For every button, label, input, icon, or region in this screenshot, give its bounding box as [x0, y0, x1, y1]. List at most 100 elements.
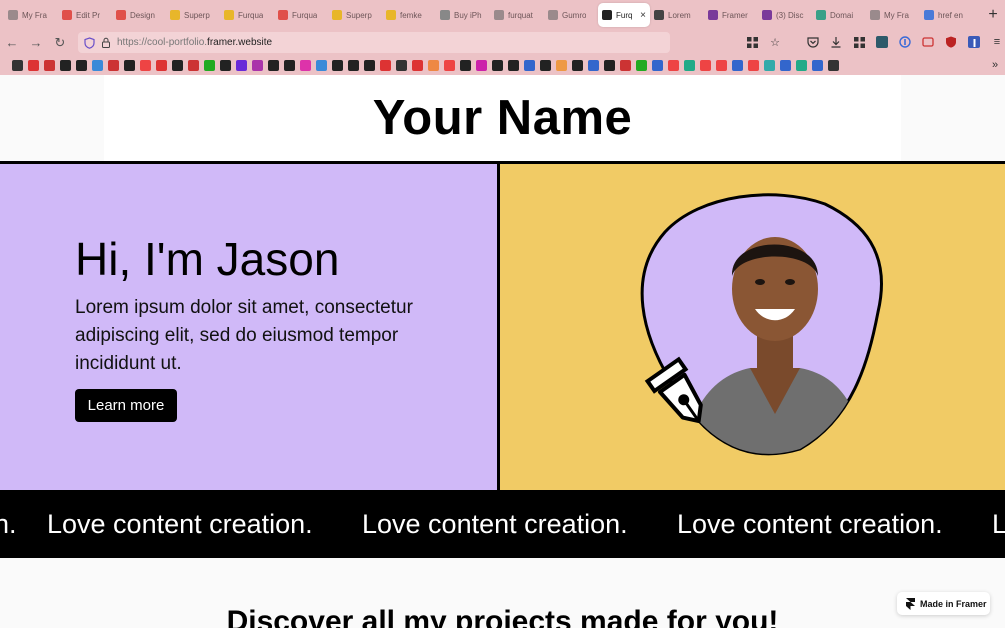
- bookmark-favicon-icon[interactable]: [732, 59, 743, 71]
- tab-favicon-icon: [548, 10, 558, 20]
- bookmark-favicon-icon[interactable]: [316, 59, 327, 71]
- learn-more-button[interactable]: Learn more: [75, 389, 177, 422]
- tab-favicon-icon: [440, 10, 450, 20]
- tab[interactable]: Gumro: [544, 3, 598, 27]
- bookmark-favicon-icon[interactable]: [284, 59, 295, 71]
- bookmark-favicon-icon[interactable]: [780, 59, 791, 71]
- bookmark-favicon-icon[interactable]: [508, 59, 519, 71]
- tab[interactable]: Framer: [704, 3, 758, 27]
- tab[interactable]: (3) Disc: [758, 3, 812, 27]
- tab[interactable]: Buy iPh: [436, 3, 490, 27]
- tab[interactable]: Domai: [812, 3, 866, 27]
- bookmark-favicon-icon[interactable]: [444, 59, 455, 71]
- tab[interactable]: My Fra: [866, 3, 920, 27]
- tab[interactable]: Design: [112, 3, 166, 27]
- bookmark-favicon-icon[interactable]: [28, 59, 39, 71]
- bookmark-favicon-icon[interactable]: [268, 59, 279, 71]
- made-in-framer-badge[interactable]: Made in Framer: [897, 592, 990, 615]
- bookmark-favicon-icon[interactable]: [428, 59, 439, 71]
- bookmark-favicon-icon[interactable]: [252, 59, 263, 71]
- bookmark-favicon-icon[interactable]: [364, 59, 375, 71]
- tab-label: My Fra: [884, 10, 909, 20]
- bookmark-favicon-icon[interactable]: [44, 59, 55, 71]
- bookmark-favicon-icon[interactable]: [748, 59, 759, 71]
- tab[interactable]: Furqua: [220, 3, 274, 27]
- bookmark-favicon-icon[interactable]: [812, 59, 823, 71]
- pocket-icon[interactable]: [805, 34, 821, 50]
- bookmark-favicon-icon[interactable]: [700, 59, 711, 71]
- bookmark-favicon-icon[interactable]: [476, 59, 487, 71]
- bookmark-favicon-icon[interactable]: [540, 59, 551, 71]
- bookmark-favicon-icon[interactable]: [92, 59, 103, 71]
- bookmark-favicon-icon[interactable]: [492, 59, 503, 71]
- tab[interactable]: Superp: [166, 3, 220, 27]
- bookmark-favicon-icon[interactable]: [716, 59, 727, 71]
- bookmark-favicon-icon[interactable]: [108, 59, 119, 71]
- tab[interactable]: femke: [382, 3, 436, 27]
- extension-red-icon[interactable]: [920, 34, 936, 50]
- tab-favicon-icon: [654, 10, 664, 20]
- bookmark-favicon-icon[interactable]: [156, 59, 167, 71]
- grid-icon[interactable]: [744, 34, 760, 50]
- bookmark-favicon-icon[interactable]: [60, 59, 71, 71]
- password-manager-icon[interactable]: [897, 34, 913, 50]
- download-icon[interactable]: [828, 34, 844, 50]
- tab[interactable]: Lorem: [650, 3, 704, 27]
- bookmark-favicon-icon[interactable]: [636, 59, 647, 71]
- bookmark-favicon-icon[interactable]: [668, 59, 679, 71]
- tab-favicon-icon: [494, 10, 504, 20]
- extension-teal-icon[interactable]: [874, 34, 890, 50]
- tab[interactable]: My Fra: [4, 3, 58, 27]
- bookmark-favicon-icon[interactable]: [380, 59, 391, 71]
- bookmark-favicon-icon[interactable]: [588, 59, 599, 71]
- bookmark-favicon-icon[interactable]: [140, 59, 151, 71]
- tab-label: Buy iPh: [454, 10, 482, 20]
- facebook-container-icon[interactable]: [966, 34, 982, 50]
- tab[interactable]: Furqua: [274, 3, 328, 27]
- bookmark-favicon-icon[interactable]: [348, 59, 359, 71]
- tab[interactable]: furquat: [490, 3, 544, 27]
- forward-button[interactable]: →: [24, 35, 48, 50]
- bookmark-favicon-icon[interactable]: [652, 59, 663, 71]
- menu-button[interactable]: ≡: [989, 34, 1005, 50]
- bookmark-favicon-icon[interactable]: [396, 59, 407, 71]
- bookmark-favicon-icon[interactable]: [796, 59, 807, 71]
- bookmark-favicon-icon[interactable]: [460, 59, 471, 71]
- bookmark-favicon-icon[interactable]: [236, 59, 247, 71]
- bookmark-favicon-icon[interactable]: [764, 59, 775, 71]
- tab-active[interactable]: Furq ×: [598, 3, 650, 27]
- marquee-text: Love content creation.: [362, 509, 628, 539]
- bookmark-favicon-icon[interactable]: [572, 59, 583, 71]
- back-button[interactable]: ←: [0, 35, 24, 50]
- bookmark-favicon-icon[interactable]: [124, 59, 135, 71]
- bookmark-favicon-icon[interactable]: [76, 59, 87, 71]
- bookmark-favicon-icon[interactable]: [300, 59, 311, 71]
- tab-favicon-icon: [870, 10, 880, 20]
- extensions-icon[interactable]: [851, 34, 867, 50]
- reload-button[interactable]: ↻: [48, 35, 72, 51]
- new-tab-button[interactable]: +: [981, 6, 1005, 24]
- shield-icon: [84, 36, 95, 49]
- bookmark-favicon-icon[interactable]: [172, 59, 183, 71]
- tab[interactable]: Superp: [328, 3, 382, 27]
- ublock-icon[interactable]: [943, 34, 959, 50]
- address-bar[interactable]: https://cool-portfolio.framer.website: [78, 32, 670, 53]
- bookmark-favicon-icon[interactable]: [204, 59, 215, 71]
- bookmark-favicon-icon[interactable]: [828, 59, 839, 71]
- bookmark-favicon-icon[interactable]: [604, 59, 615, 71]
- bookmark-favicon-icon[interactable]: [524, 59, 535, 71]
- bookmark-favicon-icon[interactable]: [12, 59, 23, 71]
- tab[interactable]: Edit Pr: [58, 3, 112, 27]
- bookmark-favicon-icon[interactable]: [620, 59, 631, 71]
- bookmark-favicon-icon[interactable]: [188, 59, 199, 71]
- tab-label: Furq: [616, 10, 633, 20]
- bookmark-favicon-icon[interactable]: [684, 59, 695, 71]
- bookmarks-overflow-button[interactable]: »: [985, 59, 1005, 71]
- bookmark-favicon-icon[interactable]: [412, 59, 423, 71]
- bookmark-favicon-icon[interactable]: [220, 59, 231, 71]
- bookmark-favicon-icon[interactable]: [332, 59, 343, 71]
- close-tab-icon[interactable]: ×: [640, 10, 646, 21]
- bookmark-favicon-icon[interactable]: [556, 59, 567, 71]
- tab[interactable]: href en: [920, 3, 974, 27]
- star-icon[interactable]: ☆: [767, 34, 783, 50]
